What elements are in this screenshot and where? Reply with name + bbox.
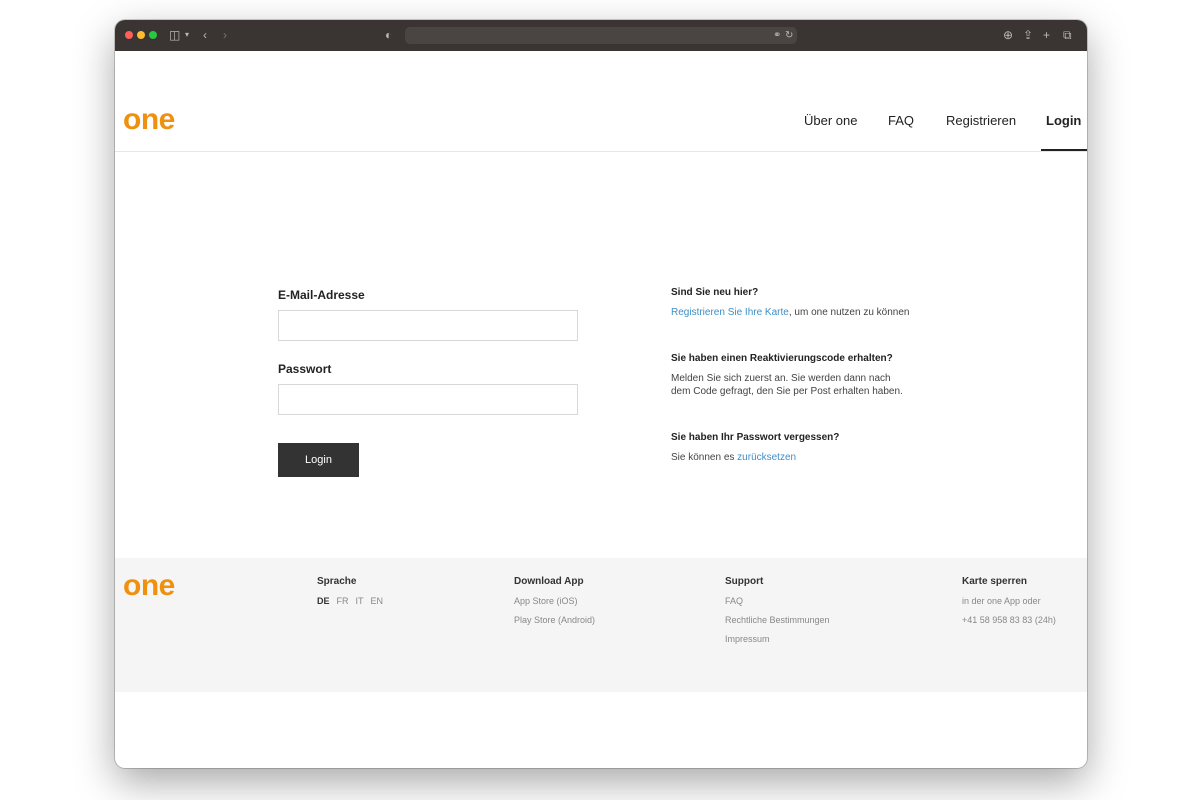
reactivation-text: Melden Sie sich zuerst an. Sie werden da… bbox=[671, 373, 903, 397]
browser-toolbar: ◫ ▾ ‹ › ◐ ⚭ ↻ ⊕ ⇪ + ⧉ bbox=[115, 20, 1087, 51]
chevron-down-icon[interactable]: ▾ bbox=[185, 27, 189, 43]
email-field[interactable] bbox=[278, 310, 578, 341]
share-icon[interactable]: ⇪ bbox=[1023, 27, 1033, 43]
minimize-dot[interactable] bbox=[137, 31, 145, 39]
imprint-link[interactable]: Impressum bbox=[725, 634, 830, 645]
app-title: Download App bbox=[514, 576, 584, 587]
site-footer: one Sprache DE FR IT EN Download App App St… bbox=[115, 558, 1087, 692]
language-title: Sprache bbox=[317, 576, 357, 587]
back-icon[interactable]: ‹ bbox=[203, 27, 207, 43]
translate-icon[interactable]: ⚭ bbox=[773, 28, 781, 44]
tabs-overview-icon[interactable]: ⧉ bbox=[1063, 27, 1072, 43]
lang-en[interactable]: EN bbox=[371, 596, 384, 606]
forgot-password-heading: Sie haben Ihr Passwort vergessen? bbox=[671, 432, 840, 443]
block-card-phone[interactable]: +41 58 958 83 83 (24h) bbox=[962, 615, 1056, 626]
app-store-link[interactable]: App Store (iOS) bbox=[514, 596, 595, 607]
password-label: Passwort bbox=[278, 362, 332, 376]
reset-password-link[interactable]: zurücksetzen bbox=[737, 452, 796, 463]
browser-window: ◫ ▾ ‹ › ◐ ⚭ ↻ ⊕ ⇪ + ⧉ one Über one FAQ R… bbox=[115, 20, 1087, 768]
password-field[interactable] bbox=[278, 384, 578, 415]
block-card-title: Karte sperren bbox=[962, 576, 1028, 587]
new-user-heading: Sind Sie neu hier? bbox=[671, 287, 759, 298]
site-header: one Über one FAQ Registrieren Login bbox=[115, 96, 1087, 152]
footer-app: Download App App Store (iOS) Play Store … bbox=[514, 576, 595, 634]
forgot-password-text: Sie können es zurücksetzen bbox=[671, 451, 911, 464]
shield-icon[interactable]: ◐ bbox=[385, 27, 392, 43]
nav-active-indicator bbox=[1041, 149, 1087, 151]
register-card-link[interactable]: Registrieren Sie Ihre Karte bbox=[671, 307, 789, 318]
nav-faq[interactable]: FAQ bbox=[888, 113, 914, 129]
brand-logo[interactable]: one bbox=[123, 102, 175, 138]
email-label: E-Mail-Adresse bbox=[278, 288, 365, 302]
nav-login[interactable]: Login bbox=[1046, 113, 1081, 129]
close-dot[interactable] bbox=[125, 31, 133, 39]
lang-fr[interactable]: FR bbox=[337, 596, 349, 606]
footer-faq-link[interactable]: FAQ bbox=[725, 596, 830, 607]
footer-logo[interactable]: one bbox=[123, 568, 175, 604]
nav-about[interactable]: Über one bbox=[804, 113, 857, 129]
new-tab-icon[interactable]: + bbox=[1043, 27, 1050, 43]
forward-icon: › bbox=[223, 28, 227, 42]
new-user-suffix: , um one nutzen zu können bbox=[788, 307, 910, 318]
reactivation-heading: Sie haben einen Reaktivierungscode erhal… bbox=[671, 353, 893, 364]
footer-language: Sprache DE FR IT EN bbox=[317, 576, 390, 615]
download-icon[interactable]: ⊕ bbox=[1003, 27, 1013, 43]
lang-de[interactable]: DE bbox=[317, 596, 330, 606]
address-bar[interactable]: ⚭ ↻ bbox=[405, 27, 797, 44]
lang-it[interactable]: IT bbox=[356, 596, 364, 606]
footer-support: Support FAQ Rechtliche Bestimmungen Impr… bbox=[725, 576, 830, 653]
play-store-link[interactable]: Play Store (Android) bbox=[514, 615, 595, 626]
block-card-app-text: in der one App oder bbox=[962, 596, 1041, 606]
reload-icon[interactable]: ↻ bbox=[785, 28, 793, 44]
new-user-text: Registrieren Sie Ihre Karte, um one nutz… bbox=[671, 306, 911, 319]
forgot-password-prefix: Sie können es bbox=[671, 452, 738, 463]
nav-register[interactable]: Registrieren bbox=[946, 113, 1016, 129]
legal-link[interactable]: Rechtliche Bestimmungen bbox=[725, 615, 830, 626]
zoom-dot[interactable] bbox=[149, 31, 157, 39]
footer-block-card: Karte sperren in der one App oder +41 58… bbox=[962, 576, 1056, 634]
sidebar-icon[interactable]: ◫ bbox=[169, 27, 180, 43]
login-button[interactable]: Login bbox=[278, 443, 359, 477]
support-title: Support bbox=[725, 576, 764, 587]
language-switcher: DE FR IT EN bbox=[317, 596, 390, 607]
